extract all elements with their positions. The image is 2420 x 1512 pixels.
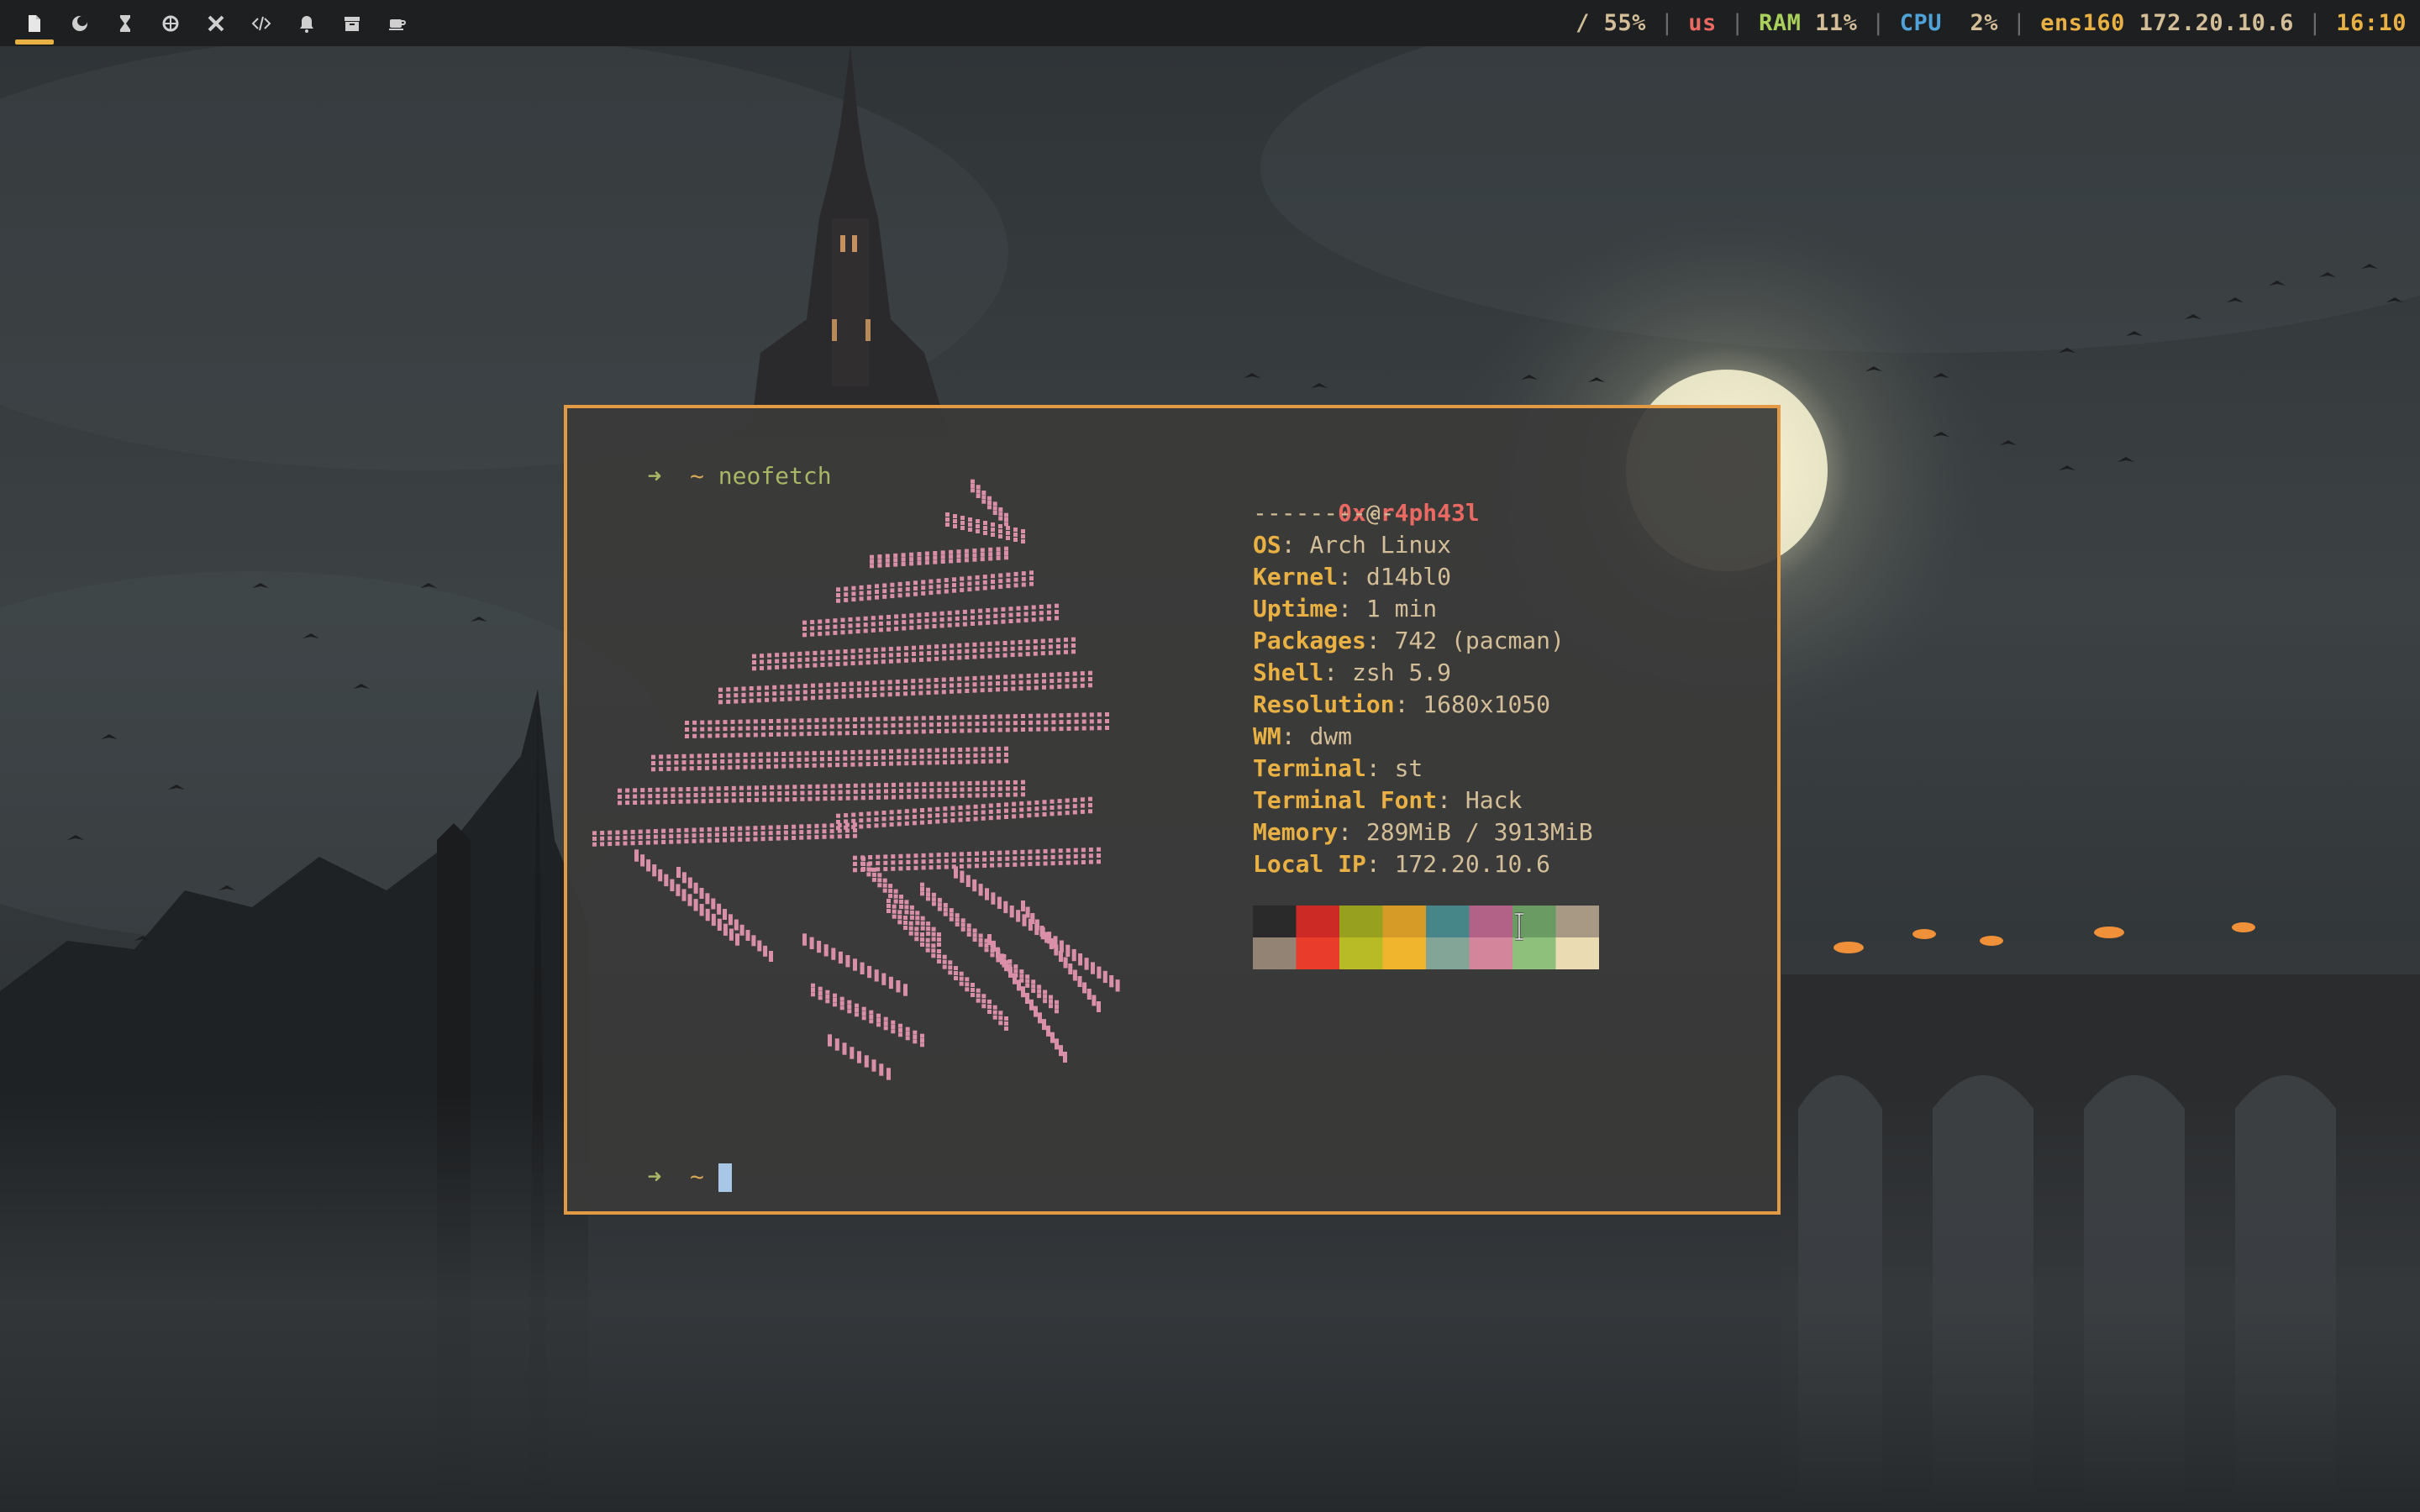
info-value: Arch Linux (1309, 531, 1452, 559)
cpu-usage: 2% (1970, 10, 1998, 36)
info-row: OS: Arch Linux (1253, 531, 1452, 559)
cpu-label: CPU (1899, 10, 1942, 36)
separator: | (1660, 10, 1675, 36)
net-ip: 172.20.10.6 (2139, 10, 2294, 36)
coffee-icon (389, 18, 406, 30)
separator: | (2307, 10, 2323, 36)
info-row: Kernel: d14bl0 (1253, 563, 1452, 591)
info-row: Local IP: 172.20.10.6 (1253, 850, 1551, 878)
palette-swatch (1339, 906, 1383, 937)
palette-swatch (1426, 937, 1470, 969)
info-value: 289MiB / 3913MiB (1365, 818, 1593, 846)
tag-5[interactable] (193, 0, 239, 46)
palette-swatch (1339, 937, 1383, 969)
workspace-tags (12, 0, 420, 46)
info-key: Local IP (1253, 850, 1366, 878)
info-value: 1680x1050 (1423, 690, 1551, 718)
tag-4[interactable] (148, 0, 193, 46)
palette-swatch (1382, 906, 1427, 937)
palette-swatch (1469, 937, 1513, 969)
palette-swatch (1253, 906, 1297, 937)
info-row: WM: dwm (1253, 722, 1353, 750)
palette-swatch (1296, 937, 1340, 969)
info-key: Memory (1253, 818, 1339, 846)
tag-9[interactable] (375, 0, 420, 46)
palette-swatch (1555, 937, 1599, 969)
status-bar: / 55% | us | RAM 11% | CPU 2% | ens160 1… (0, 0, 2420, 46)
separator: | (2012, 10, 2027, 36)
block-cursor (718, 1163, 732, 1192)
color-palette (1253, 906, 1599, 969)
text-cursor-icon (1515, 912, 1523, 941)
prompt-dir: ~ (690, 1163, 704, 1190)
separator: | (1871, 10, 1886, 36)
palette-swatch (1382, 937, 1427, 969)
info-row: Resolution: 1680x1050 (1253, 690, 1551, 718)
palette-swatch (1512, 937, 1556, 969)
moon-icon (72, 15, 87, 31)
info-key: WM (1253, 722, 1281, 750)
ram-usage: 11% (1815, 10, 1858, 36)
info-value: zsh 5.9 (1352, 659, 1452, 686)
tag-8[interactable] (329, 0, 375, 46)
info-key: OS (1253, 531, 1281, 559)
palette-swatch (1426, 906, 1470, 937)
palette-swatch (1253, 937, 1297, 969)
info-row: Terminal: st (1253, 754, 1423, 782)
info-value: dwm (1309, 722, 1353, 750)
info-row: Memory: 289MiB / 3913MiB (1253, 818, 1593, 846)
ram-label: RAM (1759, 10, 1802, 36)
tag-6[interactable] (239, 0, 284, 46)
bell-icon (300, 15, 313, 33)
prompt-line[interactable]: ➜ ~ (591, 1129, 732, 1225)
info-value: st (1394, 754, 1423, 782)
info-key: Resolution (1253, 690, 1395, 718)
palette-swatch (1555, 906, 1599, 937)
hourglass-icon (120, 14, 130, 32)
info-value: 742 (pacman) (1394, 627, 1565, 654)
archive-icon (345, 16, 360, 31)
code-icon (251, 16, 271, 30)
hostname: r4ph43l (1380, 499, 1480, 527)
tag-2[interactable] (57, 0, 103, 46)
info-value: 172.20.10.6 (1394, 850, 1551, 878)
prompt-arrow: ➜ (647, 1163, 662, 1190)
tag-7[interactable] (284, 0, 329, 46)
tools-icon (208, 15, 224, 31)
info-row: Shell: zsh 5.9 (1253, 659, 1452, 686)
info-key: Shell (1253, 659, 1324, 686)
ship-icon (162, 15, 179, 31)
info-row: Uptime: 1 min (1253, 595, 1438, 622)
info-row: Packages: 742 (pacman) (1253, 627, 1565, 654)
palette-swatch (1296, 906, 1340, 937)
keyboard-layout: us (1688, 10, 1717, 36)
net-interface: ens160 (2040, 10, 2125, 36)
info-key: Uptime (1253, 595, 1339, 622)
clock: 16:10 (2336, 10, 2407, 36)
status-text: / 55% | us | RAM 11% | CPU 2% | ens160 1… (1576, 0, 2407, 46)
terminal-window[interactable]: ➜ ~ neofetch 0x@r4ph43l ---------- OS: A… (564, 405, 1781, 1215)
info-row: Terminal Font: Hack (1253, 786, 1523, 814)
info-key: Terminal (1253, 754, 1366, 782)
disk-label: / (1576, 10, 1590, 36)
tag-1[interactable] (12, 0, 57, 46)
tag-3[interactable] (103, 0, 148, 46)
separator: | (1730, 10, 1745, 36)
info-key: Kernel (1253, 563, 1339, 591)
file-icon (29, 14, 40, 32)
palette-swatch (1469, 906, 1513, 937)
info-value: 1 min (1365, 595, 1438, 622)
info-separator: ---------- (1253, 499, 1395, 527)
disk-usage: 55% (1603, 10, 1646, 36)
info-value: Hack (1465, 786, 1523, 814)
info-key: Terminal Font (1253, 786, 1438, 814)
arch-logo-ascii-art (592, 479, 1120, 1080)
info-key: Packages (1253, 627, 1366, 654)
info-value: d14bl0 (1365, 563, 1452, 591)
